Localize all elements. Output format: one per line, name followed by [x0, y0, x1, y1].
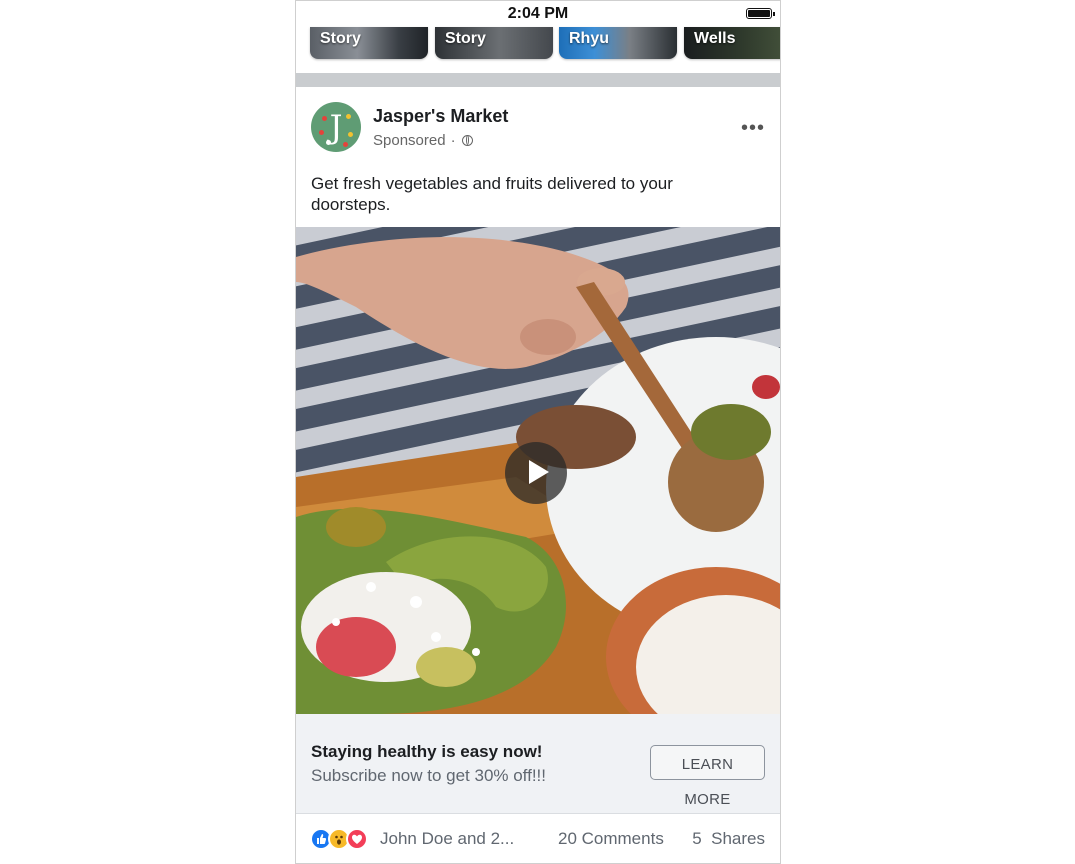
stories-strip: Story Story Rhyu Wells — [296, 27, 780, 73]
shares-count[interactable]: 5 Shares — [692, 829, 765, 849]
story-card[interactable]: Rhyu — [559, 27, 677, 59]
status-bar: 2:04 PM — [296, 1, 780, 27]
globe-icon — [461, 135, 473, 146]
reactors-text[interactable]: John Doe and 2... — [380, 829, 514, 849]
post-video[interactable] — [296, 227, 780, 714]
post-header: J Jasper's Market Sponsored · ••• — [296, 87, 780, 152]
story-card[interactable]: Story — [310, 27, 428, 59]
phone-screen: 2:04 PM Story Story Rhyu Wells J Jasper'… — [295, 0, 781, 864]
story-label: Story — [320, 30, 361, 47]
more-options-icon[interactable]: ••• — [741, 117, 765, 140]
post-meta: Sponsored · — [373, 132, 473, 149]
story-card[interactable]: Story — [435, 27, 553, 59]
page-name[interactable]: Jasper's Market — [373, 106, 508, 127]
story-label: Story — [445, 30, 486, 47]
cta-headline: Staying healthy is easy now! — [311, 742, 543, 761]
sponsored-label[interactable]: Sponsored — [373, 132, 446, 149]
comments-count[interactable]: 20 Comments — [558, 829, 664, 849]
battery-icon — [746, 8, 775, 19]
love-icon — [346, 828, 368, 850]
page-avatar[interactable]: J — [311, 102, 361, 152]
post-footer: John Doe and 2... 20 Comments 5 Shares — [296, 814, 780, 862]
learn-more-button[interactable]: LEARN MORE — [650, 745, 765, 808]
story-card[interactable]: Wells — [684, 27, 780, 59]
story-label: Wells — [694, 30, 736, 47]
call-to-action-bar: Staying healthy is easy now! Subscribe n… — [296, 714, 780, 814]
reaction-icons[interactable] — [310, 828, 372, 850]
section-divider — [296, 73, 780, 87]
story-label: Rhyu — [569, 30, 609, 47]
meta-separator: · — [450, 132, 456, 149]
post-text: Get fresh vegetables and fruits delivere… — [311, 174, 673, 214]
avatar-logo: J — [329, 108, 343, 146]
cta-subtext: Subscribe now to get 30% off!!! — [311, 766, 546, 785]
play-icon — [529, 460, 549, 484]
status-time: 2:04 PM — [507, 5, 569, 22]
play-button[interactable] — [505, 442, 567, 504]
